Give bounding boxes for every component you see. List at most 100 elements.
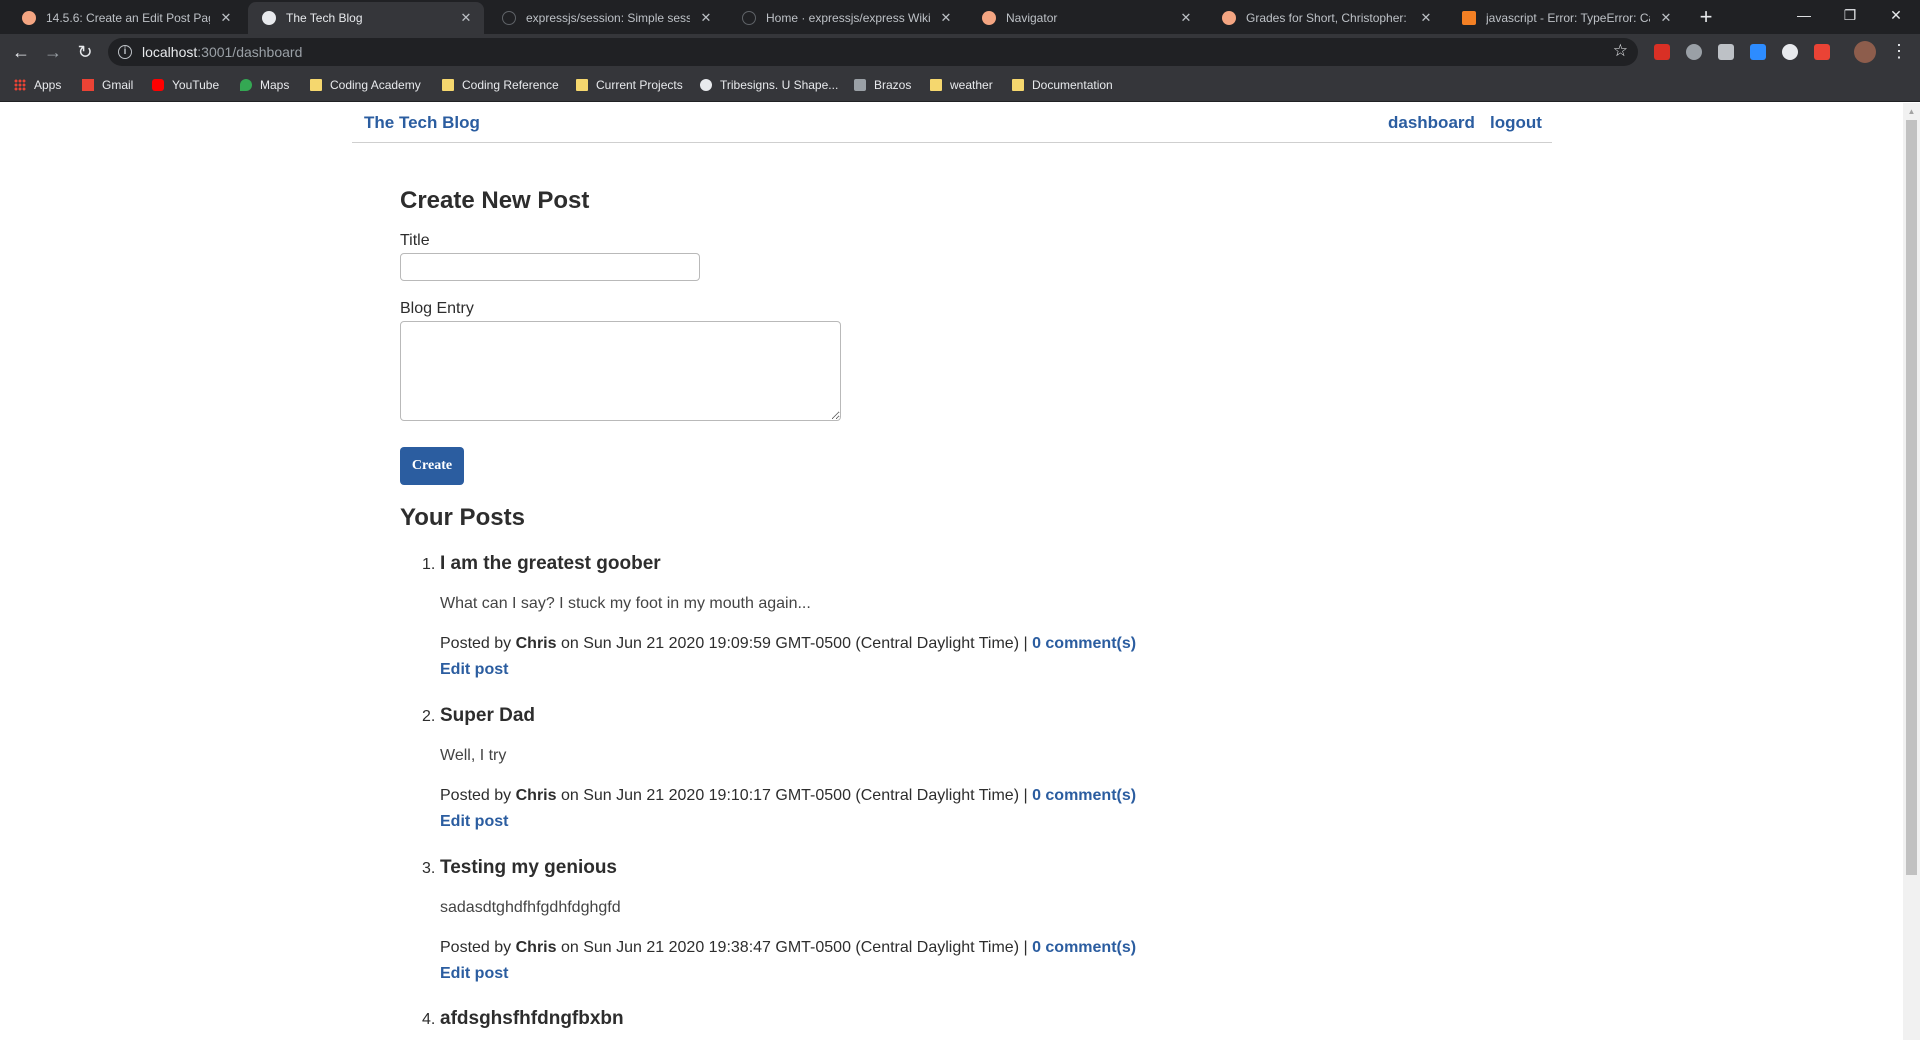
post-title: Super Dad <box>440 705 536 726</box>
tab-favicon-icon <box>1222 11 1236 25</box>
post-body: sadasdtghdfhfgdhfdghgfd <box>440 899 621 916</box>
your-posts-heading: Your Posts <box>400 504 525 531</box>
extension-icon[interactable] <box>1782 44 1798 60</box>
post-date: Sun Jun 21 2020 19:10:17 GMT-0500 (Centr… <box>583 787 1020 804</box>
tab-title: Grades for Short, Christopher: Bo <box>1246 11 1410 25</box>
edit-post-link[interactable]: Edit post <box>440 813 508 831</box>
window-close-icon[interactable]: ✕ <box>1873 0 1919 32</box>
bookmark-gmail[interactable]: Gmail <box>82 78 133 92</box>
nav-logout-link[interactable]: logout <box>1490 113 1542 133</box>
on-text: on <box>560 787 579 804</box>
tab-close-icon[interactable]: ✕ <box>698 10 714 26</box>
scrollbar-thumb[interactable] <box>1906 120 1917 875</box>
post-title: I am the greatest goober <box>440 553 661 574</box>
zoom-extension-icon[interactable] <box>1750 44 1766 60</box>
bookmark-folder[interactable]: Documentation <box>1012 78 1113 92</box>
bookmark-star-icon[interactable]: ☆ <box>1613 41 1628 61</box>
tab-close-icon[interactable]: ✕ <box>1658 10 1674 26</box>
site-title-link[interactable]: The Tech Blog <box>364 113 480 133</box>
site-info-icon[interactable]: i <box>118 45 132 59</box>
bookmark-label: Coding Academy <box>330 78 421 92</box>
tab-close-icon[interactable]: ✕ <box>1418 10 1434 26</box>
create-post-button[interactable]: Create <box>400 447 464 485</box>
tab-favicon-icon <box>22 11 36 25</box>
address-bar[interactable]: i localhost:3001/dashboard ☆ <box>108 38 1638 66</box>
folder-icon <box>576 79 588 91</box>
bookmark-folder[interactable]: weather <box>930 78 993 92</box>
bookmark-folder[interactable]: Current Projects <box>576 78 683 92</box>
blog-entry-textarea[interactable] <box>400 321 841 421</box>
comments-link[interactable]: 0 comment(s) <box>1032 939 1136 956</box>
comments-link[interactable]: 0 comment(s) <box>1032 787 1136 804</box>
restore-icon[interactable]: ❐ <box>1827 0 1873 32</box>
minimize-icon[interactable]: — <box>1781 0 1827 32</box>
tab-close-icon[interactable]: ✕ <box>218 10 234 26</box>
profile-avatar[interactable] <box>1854 41 1876 63</box>
address-url[interactable]: localhost:3001/dashboard <box>142 44 302 60</box>
tab-favicon-icon <box>1462 11 1476 25</box>
bookmark-brazos[interactable]: Brazos <box>854 78 911 92</box>
tab-close-icon[interactable]: ✕ <box>458 10 474 26</box>
edit-post-link[interactable]: Edit post <box>440 661 508 679</box>
post-title: Testing my genious <box>440 857 618 878</box>
tab-title: Home · expressjs/express Wiki <box>766 11 930 25</box>
youtube-icon <box>152 79 164 91</box>
bookmark-label: YouTube <box>172 78 220 92</box>
bookmark-folder[interactable]: Coding Reference <box>442 78 559 92</box>
bookmark-apps[interactable]: Apps <box>14 78 61 92</box>
bookmarks-bar: Apps Gmail YouTube Maps Coding Academy C… <box>0 70 1920 102</box>
apps-grid-icon <box>14 79 26 91</box>
bookmark-label: Coding Reference <box>462 78 559 92</box>
bookmark-maps[interactable]: Maps <box>240 78 289 92</box>
blog-entry-label: Blog Entry <box>400 300 474 317</box>
browser-tab[interactable]: javascript - Error: TypeError: Cann ✕ <box>1448 2 1684 34</box>
browser-menu-icon[interactable]: ⋮ <box>1890 40 1908 62</box>
forward-arrow-icon[interactable]: → <box>40 39 66 65</box>
bookmark-tribesigns[interactable]: Tribesigns. U Shape... <box>700 78 838 92</box>
comments-link[interactable]: 0 comment(s) <box>1032 635 1136 652</box>
nav-dashboard-link[interactable]: dashboard <box>1388 113 1475 133</box>
page-scrollbar[interactable]: ▲ <box>1903 103 1920 1040</box>
browser-tab[interactable]: 14.5.6: Create an Edit Post Page: I ✕ <box>8 2 244 34</box>
posted-by-text: Posted by <box>440 635 512 652</box>
pdf-extension-icon[interactable] <box>1654 44 1670 60</box>
post-author: Chris <box>515 635 557 652</box>
browser-tab[interactable]: expressjs/session: Simple session ✕ <box>488 2 724 34</box>
folder-icon <box>1012 79 1024 91</box>
reload-icon[interactable]: ↻ <box>72 39 98 65</box>
edit-post-link[interactable]: Edit post <box>440 965 508 983</box>
tab-close-icon[interactable]: ✕ <box>1178 10 1194 26</box>
tab-favicon-icon <box>262 11 276 25</box>
tab-title: The Tech Blog <box>286 11 363 25</box>
extension-badge-icon[interactable] <box>1814 44 1830 60</box>
post-date: Sun Jun 21 2020 19:38:47 GMT-0500 (Centr… <box>583 939 1020 956</box>
browser-tab[interactable]: Navigator ✕ <box>968 2 1204 34</box>
browser-tab[interactable]: Grades for Short, Christopher: Bo ✕ <box>1208 2 1444 34</box>
post-number: 2. <box>422 708 436 725</box>
globe-icon <box>700 79 712 91</box>
new-tab-icon[interactable]: + <box>1692 4 1720 30</box>
bookmark-youtube[interactable]: YouTube <box>152 78 219 92</box>
browser-tab-strip: 14.5.6: Create an Edit Post Page: I ✕ Th… <box>0 0 1920 34</box>
browser-tab[interactable]: Home · expressjs/express Wiki ✕ <box>728 2 964 34</box>
post-title-input[interactable] <box>400 253 700 281</box>
title-label: Title <box>400 232 430 249</box>
bookmark-label: Current Projects <box>596 78 683 92</box>
post-number: 1. <box>422 556 436 573</box>
tab-close-icon[interactable]: ✕ <box>938 10 954 26</box>
gmail-icon <box>82 79 94 91</box>
posted-by-text: Posted by <box>440 787 512 804</box>
scroll-up-arrow-icon[interactable]: ▲ <box>1903 103 1920 120</box>
post-author: Chris <box>515 939 557 956</box>
folder-icon <box>930 79 942 91</box>
bookmark-folder[interactable]: Coding Academy <box>310 78 421 92</box>
bookmark-label: Brazos <box>874 78 912 92</box>
extension-icon[interactable] <box>1718 44 1734 60</box>
back-arrow-icon[interactable]: ← <box>8 39 34 65</box>
maps-pin-icon <box>240 79 252 91</box>
bookmark-label: Gmail <box>102 78 134 92</box>
drive-extension-icon[interactable] <box>1686 44 1702 60</box>
browser-tab-active[interactable]: The Tech Blog ✕ <box>248 2 484 34</box>
bookmark-label: Documentation <box>1032 78 1113 92</box>
folder-icon <box>442 79 454 91</box>
